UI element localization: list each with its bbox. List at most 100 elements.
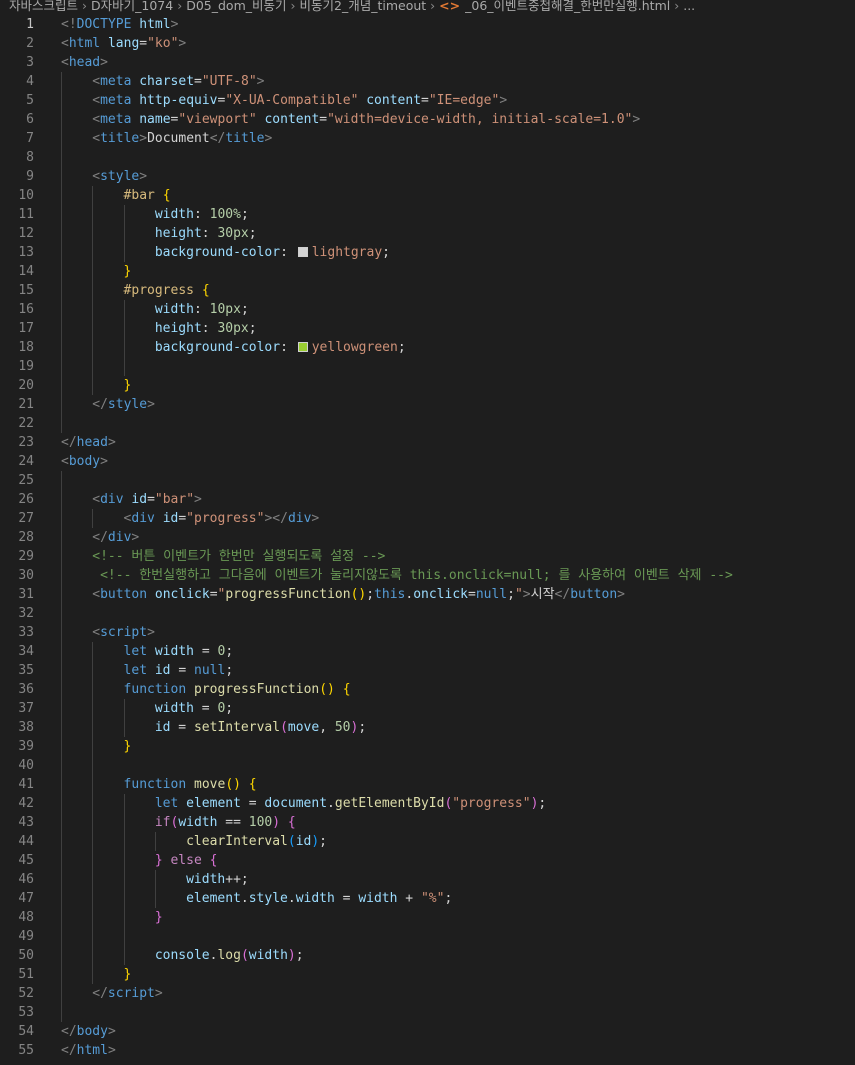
line-number: 17 [18, 321, 34, 336]
code-text: let element = document.getElementById("p… [155, 794, 546, 813]
code-line[interactable]: 5 <meta http-equiv = "X-UA-Compatible" cont… [0, 91, 855, 110]
code-line[interactable]: 1 <!DOCTYPE html> [0, 15, 855, 34]
code-line[interactable]: 40 [0, 756, 855, 775]
code-line[interactable]: 9 <style> [0, 167, 855, 186]
code-line[interactable]: 20} [0, 376, 855, 395]
code-token: ; [366, 587, 375, 602]
code-line[interactable]: 49 [0, 927, 855, 946]
code-token: width [154, 207, 194, 222]
code-line[interactable]: 53 [0, 1003, 855, 1022]
code-line[interactable]: 47 element.style.width = width + "%"; [0, 889, 855, 908]
code-token: = [194, 74, 202, 89]
code-line[interactable]: 52 </script> [0, 984, 855, 1003]
code-line[interactable]: 18 background-color: yellowgreen; [0, 338, 855, 357]
color-swatch[interactable] [297, 247, 308, 257]
code-line[interactable]: 34 let width = 0; [0, 642, 855, 661]
code-line[interactable]: 55 </html> [0, 1041, 855, 1060]
code-text: #bar { [124, 186, 171, 205]
code-line[interactable]: 54 </body> [0, 1022, 855, 1041]
code-token: meta [100, 93, 132, 108]
indent-guide [92, 338, 94, 357]
breadcrumb-item[interactable]: ... [683, 0, 695, 13]
code-editor[interactable]: 1 <!DOCTYPE html> 2 <html lang="ko"> 3 <head>… [0, 15, 855, 1065]
code-token: width [154, 644, 194, 659]
code-token: let [154, 796, 179, 811]
indent-guide [154, 889, 156, 908]
code-line[interactable]: 28 </div> [0, 528, 855, 547]
code-line[interactable]: 29 <!-- 버튼 이벤트가 한번만 실행되도록 설정 --> [0, 547, 855, 566]
code-line[interactable]: 43 if(width == 100) { [0, 813, 855, 832]
code-line[interactable]: 3 <head> [0, 53, 855, 72]
code-token: console [154, 948, 210, 963]
code-line[interactable]: 35 let id = null; [0, 661, 855, 680]
code-line[interactable]: 42 let element = document.getElementById(… [0, 794, 855, 813]
code-line[interactable]: 21 </style> [0, 395, 855, 414]
code-line[interactable]: 15 #progress { [0, 281, 855, 300]
code-line[interactable]: 30 <!-- 한번실행하고 그다음에 이벤트가 눌리지않도록 this.onc… [0, 566, 855, 585]
code-token: div [100, 492, 124, 507]
line-number: 3 [26, 55, 34, 70]
code-token: div [131, 511, 155, 526]
code-line[interactable]: 27 <div id="progress"></div> [0, 509, 855, 528]
code-line[interactable]: 50 console.log(width); [0, 946, 855, 965]
code-line[interactable]: 2 <html lang="ko"> [0, 34, 855, 53]
code-line[interactable]: 19 [0, 357, 855, 376]
breadcrumb-item[interactable]: _06_이벤트중첩해결_한번만실행.html [465, 0, 670, 13]
code-text: <button onclick="progressFunction();this… [92, 585, 625, 604]
code-token: ; [240, 207, 249, 222]
breadcrumb-item[interactable]: 비동기2_개념_timeout [300, 0, 427, 13]
indent-guide [61, 72, 62, 91]
line-number: 27 [18, 511, 34, 526]
line-number: 9 [26, 169, 34, 184]
code-line[interactable]: 25 [0, 471, 855, 490]
code-line[interactable]: 16 width: 10px; [0, 300, 855, 319]
code-line[interactable]: 37 width = 0; [0, 699, 855, 718]
code-token: script [100, 625, 148, 640]
indent-guide [61, 376, 62, 395]
code-line[interactable]: 13 background-color: lightgray; [0, 243, 855, 262]
color-swatch[interactable] [297, 342, 308, 352]
indent-guide [92, 737, 94, 756]
code-line[interactable]: 44 clearInterval(id); [0, 832, 855, 851]
code-line[interactable]: 48} [0, 908, 855, 927]
code-token: < [61, 55, 69, 70]
code-line[interactable]: 32 [0, 604, 855, 623]
code-line[interactable]: 31 <button onclick="progressFunction();th… [0, 585, 855, 604]
indent-guide [123, 813, 125, 832]
code-line[interactable]: 4 <meta charset="UTF-8"> [0, 72, 855, 91]
code-line[interactable]: 51} [0, 965, 855, 984]
indent-guide [61, 851, 62, 870]
code-line[interactable]: 26 <div id="bar"> [0, 490, 855, 509]
code-line[interactable]: 46 width++; [0, 870, 855, 889]
code-token: = [421, 93, 429, 108]
code-line[interactable]: 36 function progressFunction() { [0, 680, 855, 699]
code-line[interactable]: 39} [0, 737, 855, 756]
breadcrumb-item[interactable]: 자바스크립트 [9, 0, 78, 13]
code-text: #progress { [124, 281, 210, 300]
indent-guide [123, 946, 125, 965]
code-line[interactable]: 23 </head> [0, 433, 855, 452]
code-line[interactable]: 17 height: 30px; [0, 319, 855, 338]
breadcrumb-item[interactable]: D05_dom_비동기 [186, 0, 286, 13]
code-line[interactable]: 8 [0, 148, 855, 167]
code-line[interactable]: 12 height: 30px; [0, 224, 855, 243]
code-line[interactable]: 38 id = setInterval(move, 50); [0, 718, 855, 737]
indent-guide [92, 775, 94, 794]
code-line[interactable]: 6 <meta name="viewport" content="width=de… [0, 110, 855, 129]
code-line[interactable]: 22 [0, 414, 855, 433]
breadcrumb-item[interactable]: D자바기_1074 [91, 0, 173, 13]
code-token: < [92, 492, 101, 507]
code-text: <meta http-equiv = "X-UA-Compatible" conte… [92, 91, 507, 110]
code-line[interactable]: 14} [0, 262, 855, 281]
code-line[interactable]: 11 width: 100%; [0, 205, 855, 224]
code-line[interactable]: 24 <body> [0, 452, 855, 471]
code-line[interactable]: 45} else { [0, 851, 855, 870]
code-line[interactable]: 7 <title>Document</title> [0, 129, 855, 148]
code-line[interactable]: 10 #bar { [0, 186, 855, 205]
code-line[interactable]: 33 <script> [0, 623, 855, 642]
breadcrumb: 자바스크립트 › D자바기_1074 › D05_dom_비동기 › 비동기2_개념_tim… [0, 0, 855, 15]
code-line[interactable]: 41 function move() { [0, 775, 855, 794]
code-token: : [280, 340, 296, 355]
indent-guide [92, 927, 94, 946]
